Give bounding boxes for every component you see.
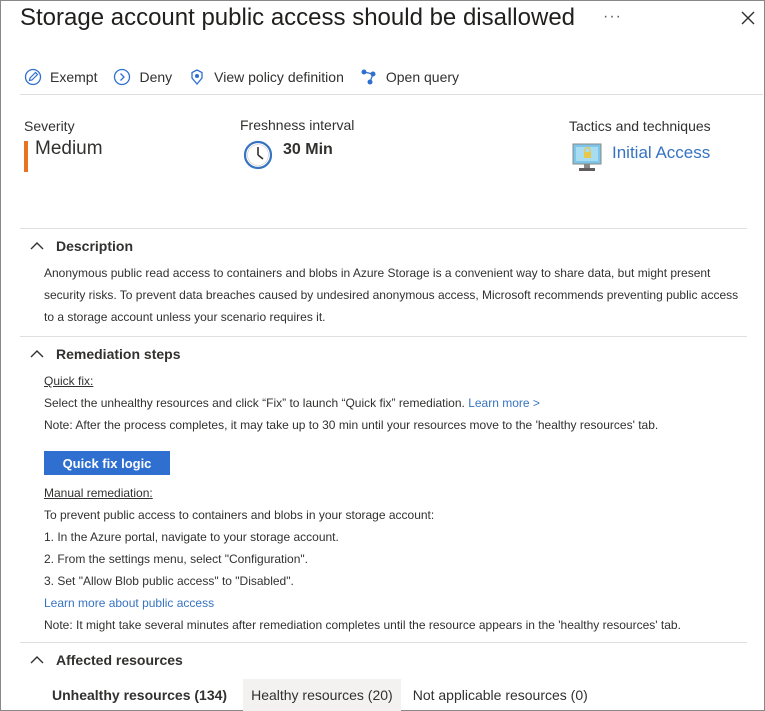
freshness-value: 30 Min <box>283 141 333 158</box>
severity-label: Severity <box>24 118 75 134</box>
quick-fix-logic-button[interactable]: Quick fix logic <box>44 451 170 475</box>
chevron-up-icon <box>30 350 44 358</box>
remediation-header[interactable]: Remediation steps <box>30 346 180 362</box>
learn-more-link[interactable]: Learn more > <box>468 396 540 410</box>
manual-step: 3. Set "Allow Blob public access" to "Di… <box>44 574 294 588</box>
divider <box>20 94 763 95</box>
deny-label: Deny <box>139 69 173 85</box>
description-line: security risks. To prevent data breaches… <box>44 288 739 302</box>
manual-remediation-label: Manual remediation: <box>44 486 153 500</box>
chevron-up-icon <box>30 242 44 250</box>
divider <box>20 228 747 229</box>
tab-healthy-resources[interactable]: Healthy resources (20) <box>243 679 401 711</box>
manual-intro: To prevent public access to containers a… <box>44 508 435 522</box>
more-options-button[interactable]: ··· <box>603 8 622 26</box>
manual-remediation-section: Manual remediation: To prevent public ac… <box>44 482 744 636</box>
severity-value: Medium <box>35 138 103 159</box>
description-heading: Description <box>56 238 134 254</box>
severity-indicator <box>24 141 28 172</box>
view-policy-label: View policy definition <box>214 69 344 85</box>
deny-icon <box>114 68 131 86</box>
deny-button[interactable]: Deny <box>113 68 172 86</box>
tab-unhealthy-resources[interactable]: Unhealthy resources (134) <box>44 679 235 711</box>
tab-not-applicable-resources[interactable]: Not applicable resources (0) <box>405 679 596 711</box>
monitor-lock-icon <box>572 143 602 171</box>
exempt-label: Exempt <box>50 69 98 85</box>
resource-tabs: Unhealthy resources (134) Healthy resour… <box>44 679 596 711</box>
description-text: Anonymous public read access to containe… <box>44 262 744 328</box>
command-bar: Exempt Deny View policy definition Open … <box>24 66 475 88</box>
affected-resources-heading: Affected resources <box>56 652 183 668</box>
manual-note: Note: It might take several minutes afte… <box>44 618 681 632</box>
divider <box>20 642 747 643</box>
quick-fix-label: Quick fix: <box>44 374 94 388</box>
manual-step: 1. In the Azure portal, navigate to your… <box>44 530 339 544</box>
chevron-up-icon <box>30 656 44 664</box>
tactics-label: Tactics and techniques <box>569 118 711 134</box>
quick-fix-text-row: Select the unhealthy resources and click… <box>44 392 744 414</box>
initial-access-link[interactable]: Initial Access <box>612 143 710 163</box>
remediation-heading: Remediation steps <box>56 346 181 362</box>
affected-resources-header[interactable]: Affected resources <box>30 652 183 668</box>
policy-icon <box>191 69 203 86</box>
quick-fix-text: Select the unhealthy resources and click… <box>44 396 465 410</box>
manual-step: 2. From the settings menu, select "Confi… <box>44 552 308 566</box>
exempt-icon <box>24 68 42 86</box>
divider <box>20 336 747 337</box>
close-icon[interactable] <box>738 8 758 28</box>
quick-fix-note: Note: After the process completes, it ma… <box>44 418 659 432</box>
description-line: Anonymous public read access to containe… <box>44 266 711 280</box>
open-query-button[interactable]: Open query <box>360 68 459 86</box>
query-icon <box>361 69 376 85</box>
freshness-label: Freshness interval <box>240 117 355 133</box>
open-query-label: Open query <box>385 69 460 85</box>
clock-icon <box>243 140 273 170</box>
exempt-button[interactable]: Exempt <box>24 68 97 86</box>
description-header[interactable]: Description <box>30 238 133 254</box>
description-line: to a storage account unless your scenari… <box>44 310 326 324</box>
quick-fix-section: Quick fix: Select the unhealthy resource… <box>44 370 744 436</box>
view-policy-definition-button[interactable]: View policy definition <box>188 68 344 86</box>
learn-more-public-access-link[interactable]: Learn more about public access <box>44 592 744 614</box>
page-title: Storage account public access should be … <box>20 4 576 31</box>
